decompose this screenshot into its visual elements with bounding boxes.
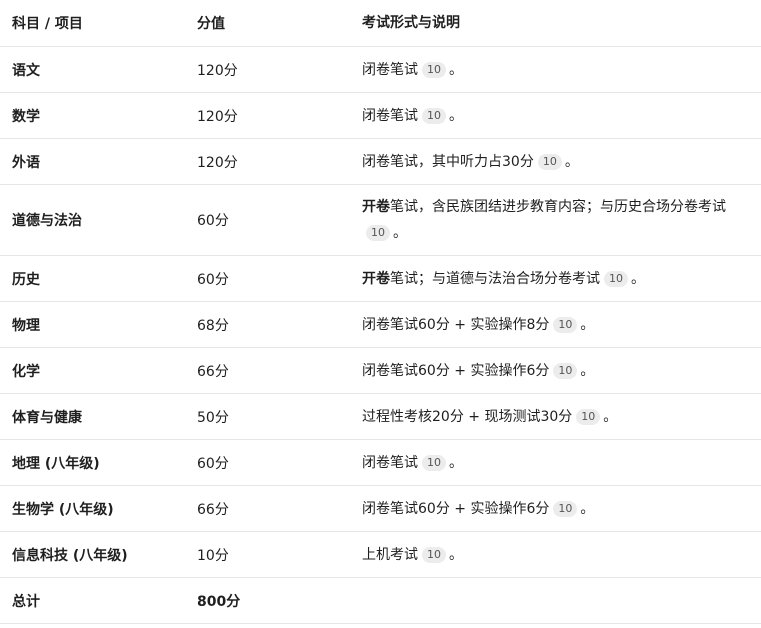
header-score: 分值 — [197, 16, 225, 32]
end-punct: 。 — [449, 61, 463, 78]
end-punct: 。 — [580, 316, 595, 333]
description-text: 闭卷笔试 — [362, 107, 418, 124]
citation-badge[interactable]: 10 — [553, 362, 578, 379]
description-cell: 闭卷笔试 10。 — [349, 103, 761, 129]
subject-cell: 外语 — [12, 154, 40, 171]
header-subject: 科目 / 项目 — [12, 16, 83, 32]
end-punct: 。 — [449, 454, 463, 471]
description-cell: 开卷笔试，含民族团结进步教育内容；与历史合场分卷考试10。 — [349, 194, 761, 246]
end-punct: 。 — [631, 270, 645, 287]
score-cell: 66分 — [197, 501, 229, 518]
citation-badge[interactable]: 10 — [366, 225, 390, 241]
description-cell: 过程性考核20分 + 现场测试30分 10。 — [349, 404, 761, 430]
citation-badge[interactable]: 10 — [422, 107, 446, 124]
table-row: 信息科技 (八年级) 10分 上机考试 10。 — [0, 532, 761, 578]
description-cell: 闭卷笔试60分 + 实验操作6分 10。 — [349, 358, 761, 384]
score-cell: 60分 — [197, 455, 229, 472]
description-cell: 上机考试 10。 — [349, 542, 761, 568]
citation-badge[interactable]: 10 — [576, 408, 601, 425]
subject-cell: 体育与健康 — [12, 409, 82, 426]
score-cell: 50分 — [197, 409, 229, 426]
subject-cell: 语文 — [12, 62, 40, 79]
description-cell: 闭卷笔试 10。 — [349, 450, 761, 476]
description-cell: 闭卷笔试，其中听力占30分 10。 — [349, 149, 761, 175]
citation-badge[interactable]: 10 — [553, 316, 578, 333]
subject-cell: 生物学 (八年级) — [12, 501, 114, 518]
description-text: 闭卷笔试，其中听力占30分 — [362, 153, 534, 170]
end-punct: 。 — [580, 362, 595, 379]
score-cell: 10分 — [197, 547, 229, 564]
table-row: 语文 120分 闭卷笔试 10。 — [0, 47, 761, 93]
table-row: 体育与健康 50分 过程性考核20分 + 现场测试30分 10。 — [0, 394, 761, 440]
table-row: 物理 68分 闭卷笔试60分 + 实验操作8分 10。 — [0, 302, 761, 348]
description-bold: 开卷 — [362, 199, 390, 215]
description-cell: 闭卷笔试60分 + 实验操作8分 10。 — [349, 312, 761, 338]
description-cell: 闭卷笔试 10。 — [349, 57, 761, 83]
description-text: 上机考试 — [362, 546, 418, 563]
description-text: 闭卷笔试 — [362, 454, 418, 471]
table-header-row: 科目 / 项目 分值 考试形式与说明 — [0, 0, 761, 47]
subject-cell: 物理 — [12, 317, 40, 334]
end-punct: 。 — [603, 408, 618, 425]
subject-cell: 数学 — [12, 108, 40, 125]
description-text: 笔试，含民族团结进步教育内容；与历史合场分卷考试 — [390, 199, 726, 215]
end-punct: 。 — [449, 546, 463, 563]
table-row: 历史 60分 开卷笔试；与道德与法治合场分卷考试 10。 — [0, 256, 761, 302]
table-row: 道德与法治 60分 开卷笔试，含民族团结进步教育内容；与历史合场分卷考试10。 — [0, 185, 761, 256]
table-row: 地理 (八年级) 60分 闭卷笔试 10。 — [0, 440, 761, 486]
description-text: 闭卷笔试60分 + 实验操作8分 — [362, 316, 550, 333]
end-punct: 。 — [564, 153, 579, 170]
citation-badge[interactable]: 10 — [604, 270, 628, 287]
citation-badge[interactable]: 10 — [422, 454, 446, 471]
description-text: 闭卷笔试60分 + 实验操作6分 — [362, 500, 550, 517]
subject-cell: 道德与法治 — [12, 213, 82, 229]
table-row: 数学 120分 闭卷笔试 10。 — [0, 93, 761, 139]
end-punct: 。 — [393, 225, 407, 241]
description-cell: 闭卷笔试60分 + 实验操作6分 10。 — [349, 496, 761, 522]
score-cell: 120分 — [197, 62, 238, 79]
subject-cell: 地理 (八年级) — [12, 455, 100, 472]
description-text: 过程性考核20分 + 现场测试30分 — [362, 408, 573, 425]
end-punct: 。 — [449, 107, 463, 124]
header-description: 考试形式与说明 — [362, 15, 460, 31]
end-punct: 。 — [580, 500, 595, 517]
total-score: 800分 — [197, 593, 241, 610]
description-text: 闭卷笔试 — [362, 61, 418, 78]
exam-score-table: 科目 / 项目 分值 考试形式与说明 语文 120分 闭卷笔试 10。 数学 12… — [0, 0, 761, 624]
citation-badge[interactable]: 10 — [422, 546, 446, 563]
table-row: 外语 120分 闭卷笔试，其中听力占30分 10。 — [0, 139, 761, 185]
score-cell: 60分 — [197, 213, 229, 229]
total-label: 总计 — [12, 593, 40, 610]
citation-badge[interactable]: 10 — [422, 61, 446, 78]
table-row: 生物学 (八年级) 66分 闭卷笔试60分 + 实验操作6分 10。 — [0, 486, 761, 532]
description-cell: 开卷笔试；与道德与法治合场分卷考试 10。 — [349, 266, 761, 292]
total-row: 总计 800分 — [0, 578, 761, 624]
subject-cell: 信息科技 (八年级) — [12, 547, 128, 564]
description-bold: 开卷 — [362, 270, 390, 287]
score-cell: 60分 — [197, 271, 229, 288]
score-cell: 120分 — [197, 108, 238, 125]
description-text: 笔试；与道德与法治合场分卷考试 — [390, 270, 600, 287]
score-cell: 68分 — [197, 317, 229, 334]
subject-cell: 化学 — [12, 363, 40, 380]
citation-badge[interactable]: 10 — [553, 500, 578, 517]
score-cell: 120分 — [197, 154, 238, 171]
citation-badge[interactable]: 10 — [537, 153, 562, 170]
description-text: 闭卷笔试60分 + 实验操作6分 — [362, 362, 550, 379]
table-row: 化学 66分 闭卷笔试60分 + 实验操作6分 10。 — [0, 348, 761, 394]
score-cell: 66分 — [197, 363, 229, 380]
subject-cell: 历史 — [12, 271, 40, 288]
